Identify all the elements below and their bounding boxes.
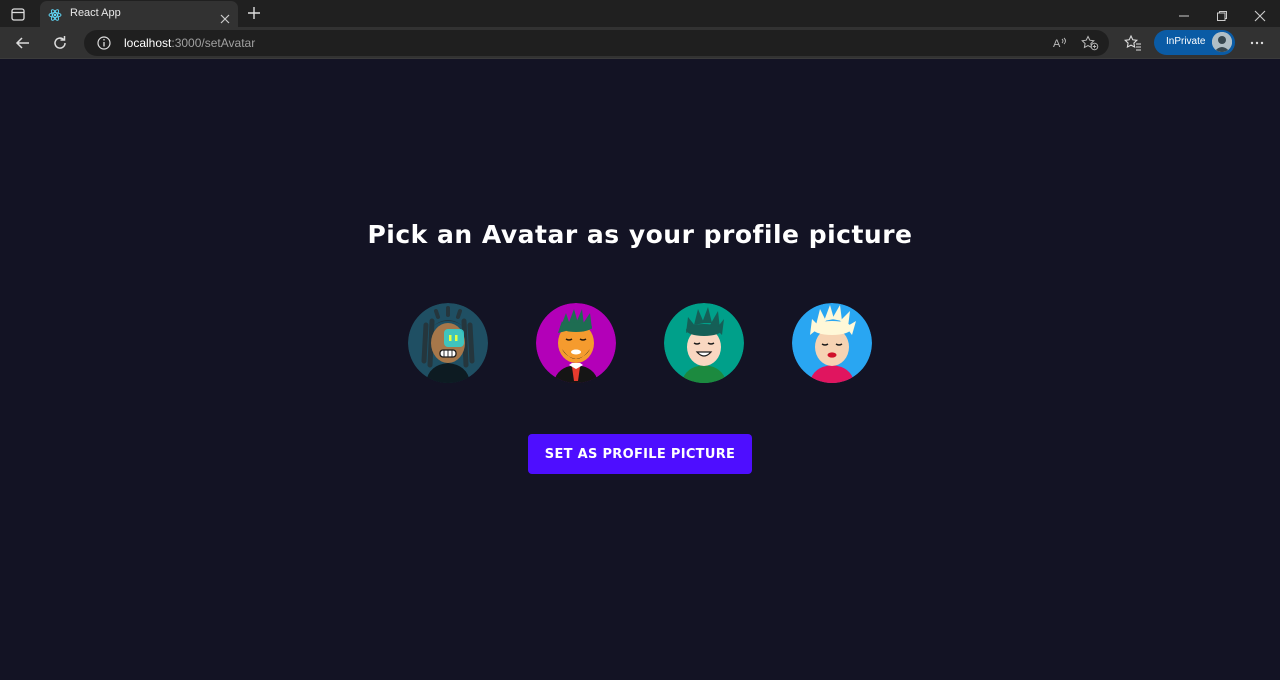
inprivate-button[interactable]: InPrivate [1154,30,1235,55]
svg-text:A: A [1053,38,1061,50]
profile-avatar-icon [1212,32,1232,52]
page-title: Pick an Avatar as your profile picture [367,220,913,249]
more-options-icon[interactable] [1248,34,1266,52]
avatar-list [408,303,872,383]
set-profile-picture-button[interactable]: SET AS PROFILE PICTURE [528,434,752,474]
url-text: localhost:3000/setAvatar [124,36,256,50]
avatar-option-2[interactable] [536,303,616,383]
avatar-option-3[interactable] [664,303,744,383]
inprivate-label: InPrivate [1166,36,1206,47]
tab-title: React App [70,7,121,19]
tab-strip: React App [0,0,1280,28]
avatar-option-4[interactable] [792,303,872,383]
close-tab-icon[interactable] [220,9,230,24]
address-bar[interactable]: localhost:3000/setAvatar A [84,30,1109,56]
read-aloud-icon[interactable]: A [1052,35,1070,51]
react-icon [48,7,62,21]
set-avatar-page: Pick an Avatar as your profile picture S… [0,60,1280,680]
avatar-option-1[interactable] [408,303,488,383]
browser-tab[interactable]: React App [40,1,238,28]
refresh-icon[interactable] [51,34,69,52]
browser-toolbar: localhost:3000/setAvatar A InPrivate [0,27,1280,59]
minimize-icon[interactable] [1178,7,1190,19]
new-tab-icon[interactable] [246,5,262,21]
favorites-icon[interactable] [1123,34,1142,52]
close-window-icon[interactable] [1254,7,1266,22]
site-info-icon[interactable] [96,35,112,51]
back-icon[interactable] [14,34,32,52]
restore-icon[interactable] [1216,7,1228,21]
tab-actions-icon[interactable] [8,5,28,23]
add-favorite-icon[interactable] [1081,35,1099,51]
